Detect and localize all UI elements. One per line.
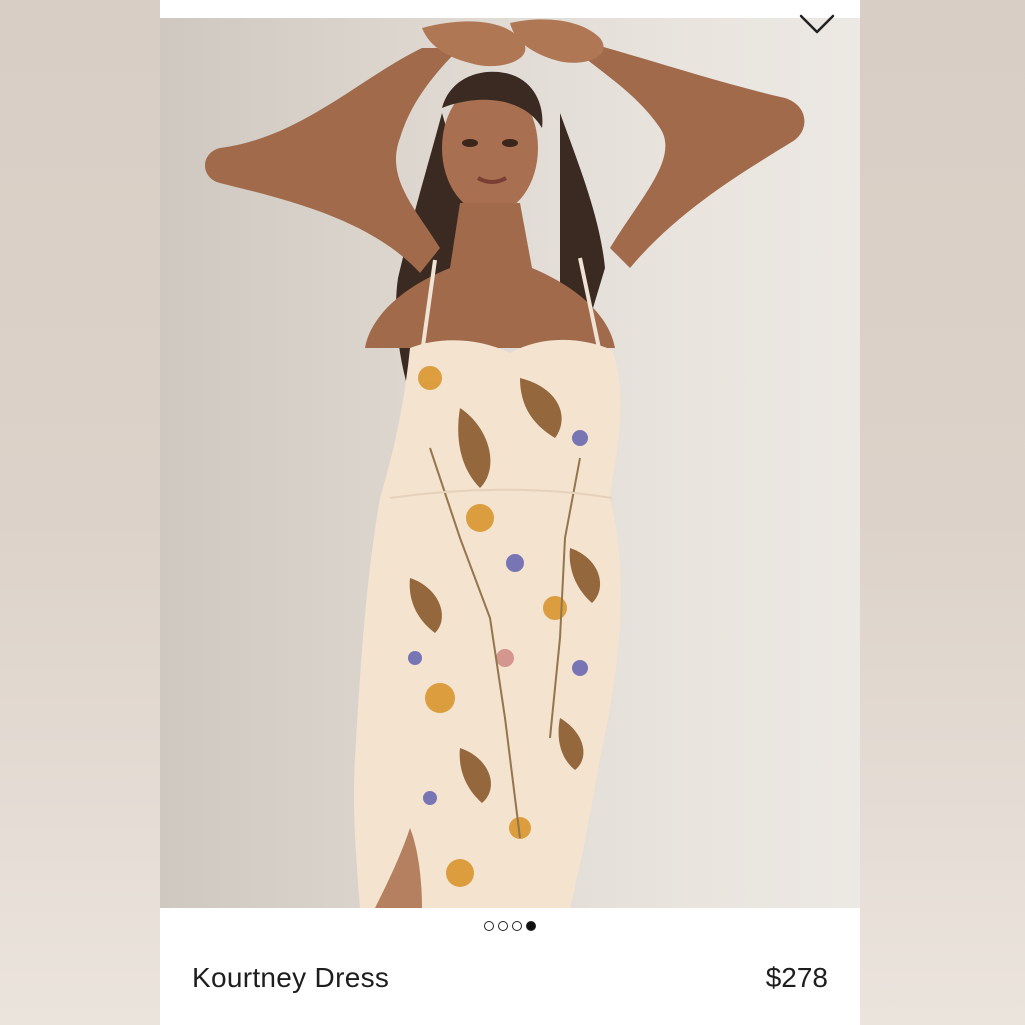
- carousel-dot[interactable]: [498, 921, 508, 931]
- backdrop-right: [860, 0, 1025, 1025]
- carousel-indicator[interactable]: [160, 921, 860, 931]
- product-title[interactable]: Kourtney Dress: [192, 962, 389, 994]
- product-price: $278: [765, 962, 828, 993]
- carousel-dot[interactable]: [512, 921, 522, 931]
- heart-icon[interactable]: [797, 12, 837, 44]
- product-image[interactable]: [160, 18, 860, 908]
- product-card[interactable]: Kourtney Dress $278: [160, 0, 860, 1025]
- carousel-dot[interactable]: [484, 921, 494, 931]
- carousel-dot-active[interactable]: [526, 921, 536, 931]
- backdrop-left: [0, 0, 160, 1025]
- model-photo: [205, 19, 805, 908]
